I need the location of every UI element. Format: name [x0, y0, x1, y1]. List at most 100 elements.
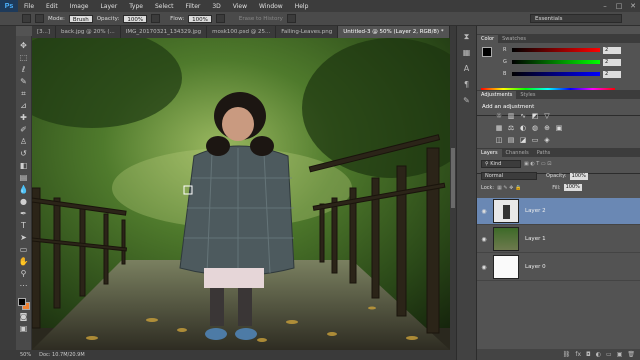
flow-field[interactable]: 100% — [188, 14, 212, 23]
tab-styles[interactable]: Styles — [516, 91, 539, 99]
gradient-map-icon[interactable]: ▭ — [531, 136, 539, 144]
layer-style-icon[interactable]: fx — [575, 351, 581, 358]
menu-view[interactable]: View — [227, 3, 253, 10]
tab-back-jpg[interactable]: back.jpg @ 20% (... — [56, 26, 121, 38]
tab-untitled-3[interactable]: Untitled-3 @ 50% (Layer 2, RGB/8) * — [338, 26, 450, 38]
layer-row-1[interactable]: ◉ Layer 1 — [477, 226, 640, 253]
zoom-tool-icon[interactable]: ⚲ — [18, 268, 29, 279]
crop-tool-icon[interactable]: ⌗ — [18, 88, 29, 99]
eraser-tool-icon[interactable]: ◧ — [18, 160, 29, 171]
color-lookup-icon[interactable]: ▣ — [555, 124, 563, 132]
tab-color[interactable]: Color — [477, 35, 499, 43]
layer-name[interactable]: Layer 2 — [525, 208, 546, 214]
r-value[interactable]: 2 — [603, 46, 621, 54]
levels-icon[interactable]: ▥ — [507, 112, 515, 120]
tab-doc-1[interactable]: [3...] — [32, 26, 57, 38]
menu-file[interactable]: File — [18, 3, 40, 10]
exposure-icon[interactable]: ◩ — [531, 112, 539, 120]
layer-fill-field[interactable]: 100% — [563, 184, 582, 191]
slider-g[interactable]: G 2 — [503, 58, 633, 66]
menu-filter[interactable]: Filter — [180, 3, 207, 10]
photo-filter-icon[interactable]: ◍ — [531, 124, 539, 132]
black-white-icon[interactable]: ◐ — [519, 124, 527, 132]
layer-row-2[interactable]: ◉ Layer 2 — [477, 198, 640, 225]
posterize-icon[interactable]: ▤ — [507, 136, 515, 144]
menu-edit[interactable]: Edit — [40, 3, 64, 10]
slider-b[interactable]: B 2 — [503, 70, 633, 78]
filter-kind-select[interactable]: ⚲ Kind — [481, 160, 521, 168]
color-balance-icon[interactable]: ⚖ — [507, 124, 515, 132]
tab-swatches[interactable]: Swatches — [498, 35, 530, 43]
mode-select[interactable]: Brush — [68, 14, 93, 23]
menu-type[interactable]: Type — [123, 3, 149, 10]
foreground-color-swatch[interactable] — [17, 298, 26, 306]
slider-r[interactable]: R 2 — [503, 46, 633, 54]
minimize-icon[interactable]: – — [598, 1, 612, 11]
new-group-icon[interactable]: ▭ — [606, 351, 612, 358]
eyedropper-tool-icon[interactable]: ⊿ — [18, 100, 29, 111]
color-fg-swatch[interactable] — [482, 47, 492, 57]
menu-window[interactable]: Window — [253, 3, 289, 10]
brightness-icon[interactable]: ☼ — [495, 112, 503, 120]
opacity-field[interactable]: 100% — [123, 14, 148, 23]
paragraph-panel-icon[interactable]: ¶ — [461, 80, 473, 90]
pressure-size-icon[interactable] — [286, 14, 296, 23]
clone-stamp-tool-icon[interactable]: ♙ — [18, 136, 29, 147]
hand-tool-icon[interactable]: ✋ — [18, 256, 29, 267]
history-panel-icon[interactable]: ⧗ — [461, 32, 473, 42]
add-mask-icon[interactable]: ◘ — [586, 351, 591, 358]
g-gradient[interactable] — [512, 60, 600, 64]
layer-row-0[interactable]: ◉ Layer 0 — [477, 254, 640, 281]
more-tools-icon[interactable]: ⋯ — [18, 280, 29, 291]
hue-saturation-icon[interactable]: ▦ — [495, 124, 503, 132]
gradient-tool-icon[interactable]: ▤ — [18, 172, 29, 183]
delete-layer-icon[interactable]: 🗑 — [627, 351, 635, 358]
close-icon[interactable]: ✕ — [626, 1, 640, 11]
airbrush-icon[interactable] — [215, 14, 225, 23]
menu-image[interactable]: Image — [64, 3, 95, 10]
lasso-tool-icon[interactable]: ℓ — [18, 64, 29, 75]
pen-tool-icon[interactable]: ✒ — [18, 208, 29, 219]
pressure-opacity-icon[interactable] — [151, 14, 161, 23]
g-value[interactable]: 2 — [603, 58, 621, 66]
scroll-thumb[interactable] — [451, 148, 455, 208]
new-layer-icon[interactable]: ▣ — [617, 351, 623, 358]
type-tool-icon[interactable]: T — [18, 220, 29, 231]
menu-layer[interactable]: Layer — [94, 3, 123, 10]
quick-mask-icon[interactable]: ◙ — [18, 311, 29, 322]
tab-adjustments[interactable]: Adjustments — [477, 91, 517, 99]
filter-icons[interactable]: ▣ ◐ T ▭ ⊡ — [524, 161, 551, 167]
tab-img-jpg[interactable]: IMG_20170321_134329.jpg — [121, 26, 208, 38]
menu-select[interactable]: Select — [149, 3, 180, 10]
screen-mode-icon[interactable]: ▣ — [18, 323, 29, 334]
layer-opacity-field[interactable]: 100% — [569, 172, 588, 180]
dodge-tool-icon[interactable]: ● — [18, 196, 29, 207]
brush-panel-icon[interactable]: ✎ — [461, 96, 473, 106]
zoom-level[interactable]: 50% — [20, 352, 31, 358]
eraser-preset-icon[interactable] — [22, 14, 31, 23]
vibrance-icon[interactable]: ▽ — [543, 112, 551, 120]
visibility-eye-icon[interactable]: ◉ — [477, 236, 491, 243]
r-gradient[interactable] — [512, 48, 600, 52]
visibility-eye-icon[interactable]: ◉ — [477, 264, 491, 271]
layer-name[interactable]: Layer 0 — [525, 264, 546, 270]
tab-mosk-psd[interactable]: mosk100.psd @ 25... — [207, 26, 277, 38]
brush-tool-icon[interactable]: ✐ — [18, 124, 29, 135]
menu-3d[interactable]: 3D — [206, 3, 226, 10]
tab-paths[interactable]: Paths — [533, 149, 555, 157]
invert-icon[interactable]: ◫ — [495, 136, 503, 144]
lock-icons[interactable]: ▦ ✎ ✥ 🔒 — [497, 185, 521, 191]
document-canvas[interactable] — [32, 38, 450, 350]
maximize-icon[interactable]: □ — [612, 1, 626, 11]
curves-icon[interactable]: ∿ — [519, 112, 527, 120]
selective-color-icon[interactable]: ◈ — [543, 136, 551, 144]
color-swatches[interactable] — [17, 298, 30, 310]
shape-tool-icon[interactable]: ▭ — [18, 244, 29, 255]
new-adjustment-icon[interactable]: ◐ — [596, 351, 601, 358]
blend-mode-select[interactable]: Normal — [481, 172, 537, 180]
brush-size-icon[interactable] — [35, 14, 44, 23]
healing-brush-tool-icon[interactable]: ✚ — [18, 112, 29, 123]
history-brush-tool-icon[interactable]: ↺ — [18, 148, 29, 159]
tab-falling-leaves[interactable]: Falling-Leaves.png — [276, 26, 339, 38]
erase-to-history-checkbox[interactable]: Erase to History — [239, 16, 283, 22]
